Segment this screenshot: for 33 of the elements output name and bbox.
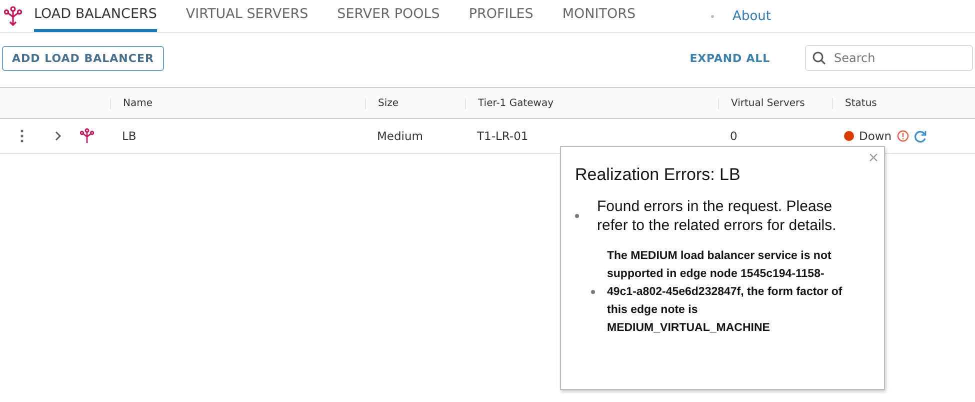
- expand-caret-icon[interactable]: [54, 131, 62, 141]
- error-message: The MEDIUM load balancer service is not supported in edge node 1545c194-1158-49c1-a802-45e6d232847f, the form factor of this edge note is MEDIUM_VIRTUAL_MACHINE: [607, 249, 844, 336]
- close-icon[interactable]: [869, 153, 878, 162]
- load-balancer-icon: [80, 128, 94, 144]
- more-options-icon[interactable]: [20, 129, 24, 143]
- tab[interactable]: MONITORS: [562, 0, 636, 32]
- tab[interactable]: VIRTUAL SERVERS: [186, 0, 308, 32]
- status-text: Down: [859, 129, 892, 143]
- column-header: Tier-1 Gateway: [478, 98, 554, 108]
- column-header: Size: [378, 98, 399, 108]
- table-cell: LB: [122, 129, 136, 143]
- bullet-icon: [575, 214, 579, 218]
- refresh-icon[interactable]: [914, 130, 927, 142]
- separator-dot: [710, 14, 714, 18]
- add-load-balancer-button[interactable]: ADD LOAD BALANCER: [2, 46, 164, 70]
- error-message: Found errors in the request. Please refer to the related errors for details.: [597, 197, 838, 235]
- column-header: Virtual Servers: [731, 98, 805, 108]
- popover-title: Realization Errors: LB: [575, 165, 742, 185]
- column-header: Name: [123, 98, 153, 108]
- search-icon: [812, 51, 826, 65]
- search-field[interactable]: Search: [805, 45, 973, 71]
- error-icon[interactable]: [896, 130, 909, 142]
- tab[interactable]: LOAD BALANCERS: [34, 0, 157, 32]
- table-cell: Medium: [377, 129, 423, 143]
- load-balancer-icon: [4, 6, 22, 26]
- tab[interactable]: SERVER POOLS: [337, 0, 440, 32]
- tab[interactable]: PROFILES: [468, 0, 534, 32]
- expand-all-link[interactable]: EXPAND ALL: [690, 52, 770, 64]
- about-link[interactable]: About: [732, 8, 771, 24]
- bullet-icon: [591, 290, 595, 294]
- column-header: Status: [845, 98, 877, 108]
- table-cell: T1-LR-01: [477, 129, 528, 143]
- table-cell: 0: [730, 129, 738, 143]
